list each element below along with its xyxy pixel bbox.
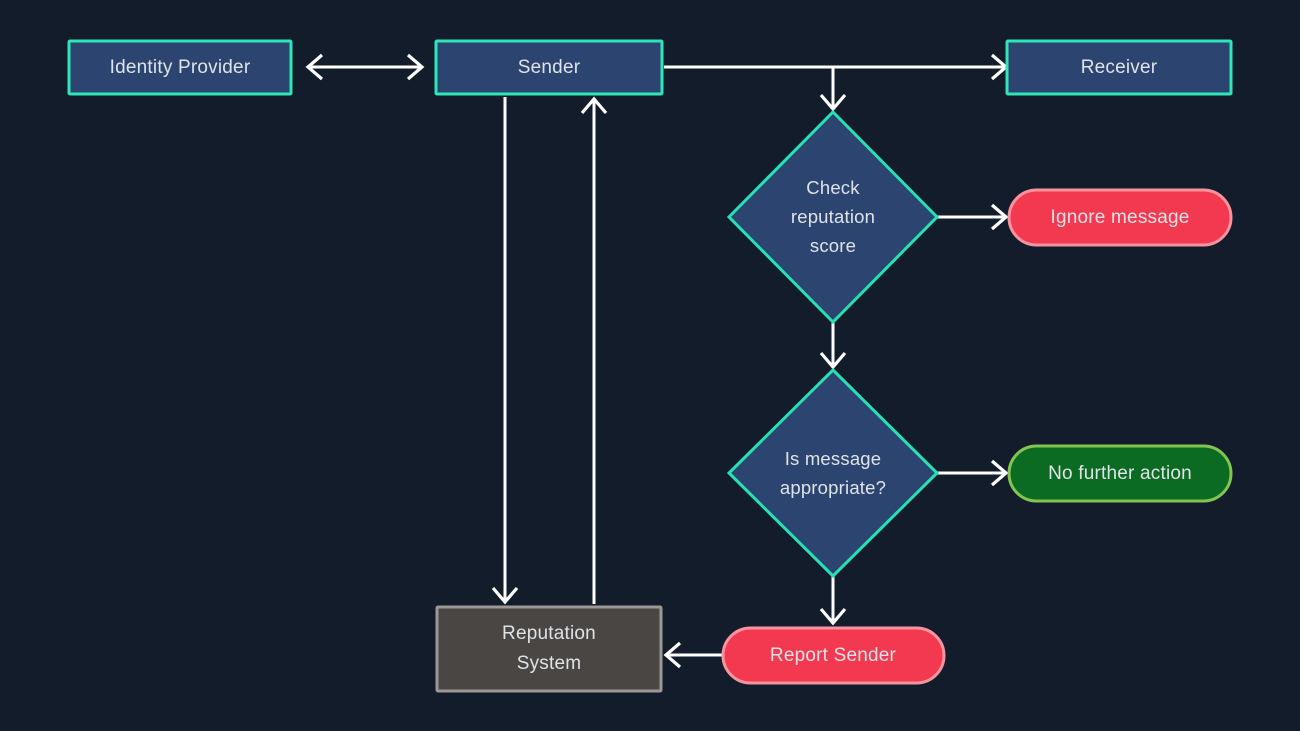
flowchart-svg: Identity Provider Sender Receiver Check … (67, 39, 1233, 693)
node-check-reputation-score[interactable]: Check reputation score (726, 109, 940, 325)
node-receiver[interactable]: Receiver (1005, 39, 1233, 96)
node-is-message-appropriate[interactable]: Is message appropriate? (726, 367, 940, 579)
edge-reputation-system-sender (580, 96, 608, 604)
is-message-appropriate-label-line-2: appropriate? (780, 477, 886, 498)
edge-link-check-reputation (819, 67, 847, 112)
edge-layer (305, 53, 1009, 669)
reputation-system-label-line-1: Reputation (502, 623, 596, 644)
diagram-canvas: Identity Provider Sender Receiver Check … (0, 0, 1300, 731)
edge-check-reputation-ignore-message (937, 203, 1009, 231)
is-message-appropriate-label-line-1: Is message (785, 448, 882, 469)
edge-identity-provider-sender (305, 53, 425, 81)
edge-sender-receiver (664, 53, 1009, 81)
identity-provider-label: Identity Provider (110, 57, 251, 78)
node-no-further-action[interactable]: No further action (1007, 444, 1233, 503)
node-sender[interactable]: Sender (434, 39, 664, 96)
node-report-sender[interactable]: Report Sender (721, 626, 946, 685)
edge-check-reputation-is-appropriate (819, 322, 847, 370)
node-ignore-message[interactable]: Ignore message (1007, 188, 1233, 247)
reputation-system-label-line-2: System (517, 653, 582, 674)
edge-report-sender-reputation-system (663, 641, 722, 669)
edge-is-appropriate-no-further-action (937, 459, 1009, 487)
check-reputation-score-label-line-1: Check (806, 177, 860, 198)
check-reputation-score-label-line-3: score (810, 235, 856, 256)
edge-sender-reputation-system (491, 97, 519, 605)
receiver-label: Receiver (1081, 57, 1158, 78)
check-reputation-score-label-line-2: reputation (791, 206, 875, 227)
node-reputation-system[interactable]: Reputation System (435, 605, 663, 693)
ignore-message-label: Ignore message (1050, 207, 1189, 228)
report-sender-label: Report Sender (770, 645, 897, 666)
edge-is-appropriate-report-sender (819, 575, 847, 626)
sender-label: Sender (518, 57, 581, 78)
node-identity-provider[interactable]: Identity Provider (67, 39, 293, 96)
is-message-appropriate-shape[interactable] (726, 367, 940, 579)
no-further-action-label: No further action (1048, 463, 1192, 484)
reputation-system-shape[interactable] (435, 605, 663, 693)
